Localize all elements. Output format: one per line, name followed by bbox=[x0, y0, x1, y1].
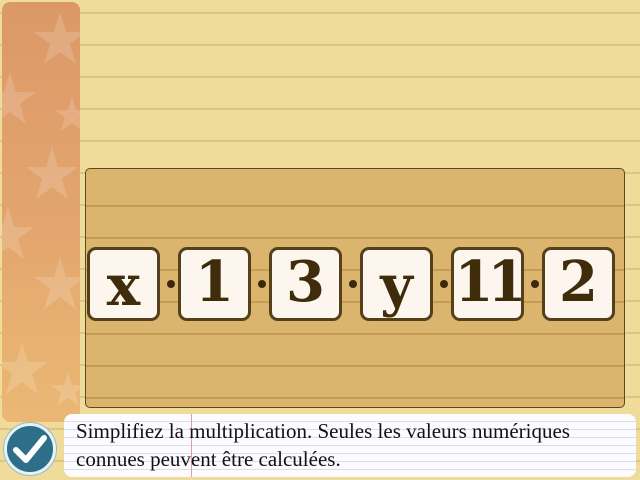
star-pattern-icon bbox=[2, 12, 80, 406]
check-answer-button[interactable] bbox=[4, 423, 56, 475]
tile-number-2[interactable]: 2 bbox=[542, 247, 615, 321]
tile-value: y bbox=[380, 253, 413, 319]
multiply-dot-icon bbox=[167, 280, 175, 288]
instruction-panel: Simplifiez la multiplication. Seules les… bbox=[64, 414, 636, 477]
tile-number-1[interactable]: 1 bbox=[178, 247, 251, 321]
tile-value: 3 bbox=[286, 249, 325, 315]
decorative-star-strip bbox=[2, 2, 80, 422]
tile-value: 2 bbox=[559, 249, 598, 315]
tile-number-11[interactable]: 11 bbox=[451, 247, 524, 321]
tile-value: x bbox=[106, 253, 141, 319]
instruction-text: Simplifiez la multiplication. Seules les… bbox=[76, 419, 570, 471]
tile-value: 1 bbox=[195, 249, 234, 315]
tile-variable-x[interactable]: x bbox=[87, 247, 160, 321]
multiply-dot-icon bbox=[258, 280, 266, 288]
expression-tiles: x 1 3 y 11 2 bbox=[87, 247, 623, 327]
multiply-dot-icon bbox=[531, 280, 539, 288]
tile-value: 11 bbox=[454, 249, 521, 315]
tile-number-3[interactable]: 3 bbox=[269, 247, 342, 321]
tile-variable-y[interactable]: y bbox=[360, 247, 433, 321]
multiply-dot-icon bbox=[440, 280, 448, 288]
checkmark-icon bbox=[13, 435, 47, 463]
multiply-dot-icon bbox=[349, 280, 357, 288]
